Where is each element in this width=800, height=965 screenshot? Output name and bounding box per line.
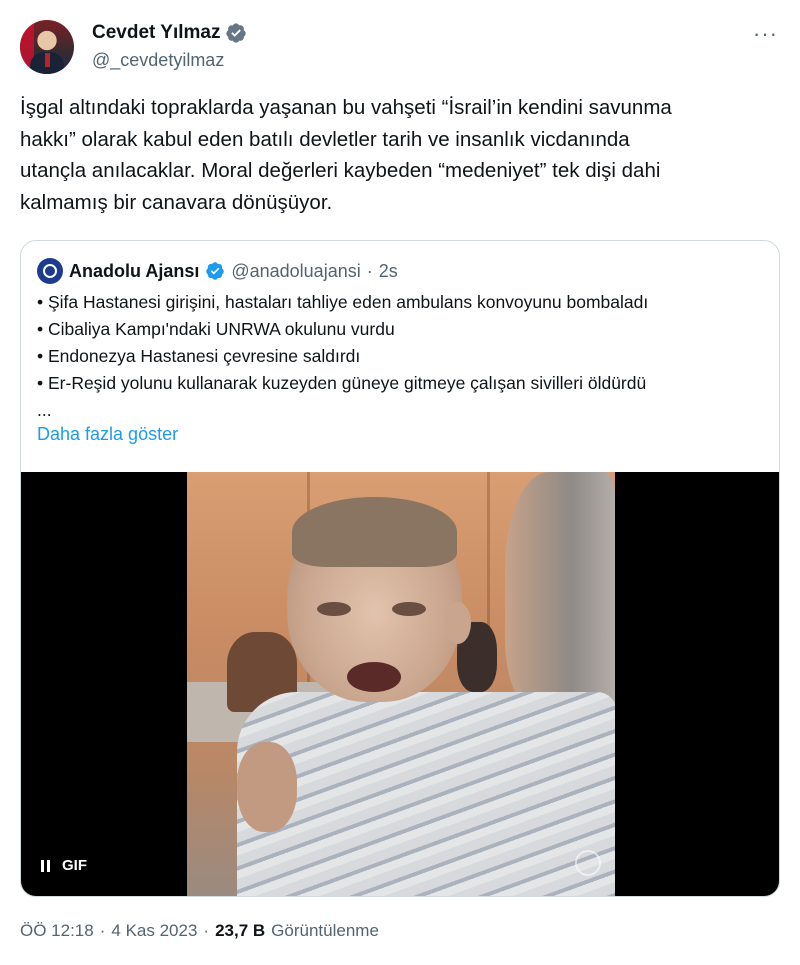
separator-dot: · <box>99 921 106 940</box>
quoted-tweet-body: • Şifa Hastanesi girişini, hastaları tah… <box>37 289 767 424</box>
gif-badge: GIF <box>62 857 87 874</box>
verified-badge-icon <box>226 23 247 43</box>
child-eye <box>392 602 426 616</box>
quoted-author-name[interactable]: Anadolu Ajansı <box>69 261 199 282</box>
gif-image[interactable] <box>187 472 615 896</box>
tweet: Cevdet Yılmaz @_cevdetyilmaz ··· İşgal a… <box>0 0 800 965</box>
tweet-date[interactable]: 4 Kas 2023 <box>111 921 197 941</box>
author-display-name[interactable]: Cevdet Yılmaz <box>92 22 220 44</box>
quoted-timestamp[interactable]: 2s <box>379 261 398 282</box>
tweet-time[interactable]: ÖÖ 12:18 <box>20 921 94 941</box>
child-hand <box>237 742 297 832</box>
child-ear <box>445 602 471 644</box>
child-eye <box>317 602 351 616</box>
anadolu-logo-icon[interactable] <box>37 258 63 284</box>
tweet-meta: ÖÖ 12:18 · 4 Kas 2023 · 23,7 B Görüntüle… <box>20 921 379 941</box>
gif-media[interactable]: GIF <box>21 472 779 896</box>
quoted-line: • Endonezya Hastanesi çevresine saldırdı <box>37 346 361 366</box>
quoted-line: • Er-Reşid yolunu kullanarak kuzeyden gü… <box>37 373 647 393</box>
more-options-icon[interactable]: ··· <box>753 23 778 45</box>
man-head <box>505 472 615 712</box>
avatar-tie <box>45 53 50 67</box>
child-hair <box>292 497 457 567</box>
pause-icon[interactable] <box>41 859 50 872</box>
quoted-line: • Şifa Hastanesi girişini, hastaları tah… <box>37 292 649 312</box>
tweet-text: İşgal altındaki topraklarda yaşanan bu v… <box>20 96 672 214</box>
quoted-line: • Cibaliya Kampı'ndaki UNRWA okulunu vur… <box>37 319 395 339</box>
author-avatar[interactable] <box>20 20 74 74</box>
gif-controls[interactable]: GIF <box>41 857 87 874</box>
quoted-tweet-header: Anadolu Ajansı @anadoluajansi · 2s <box>37 258 398 284</box>
separator-dot: · <box>203 921 210 940</box>
views-label: Görüntülenme <box>271 921 379 940</box>
author-name-row: Cevdet Yılmaz <box>92 22 247 44</box>
quoted-line: ... <box>37 400 52 420</box>
views-count: 23,7 B <box>215 921 266 940</box>
aa-watermark-icon <box>575 850 601 876</box>
show-more-link[interactable]: Daha fazla göster <box>37 424 178 445</box>
author-handle[interactable]: @_cevdetyilmaz <box>92 50 224 71</box>
quoted-tweet[interactable]: Anadolu Ajansı @anadoluajansi · 2s • Şif… <box>20 240 780 897</box>
separator-dot: · <box>366 260 373 281</box>
verified-badge-icon <box>206 262 225 280</box>
child-mouth <box>347 662 401 692</box>
quoted-author-handle[interactable]: @anadoluajansi <box>231 261 360 282</box>
